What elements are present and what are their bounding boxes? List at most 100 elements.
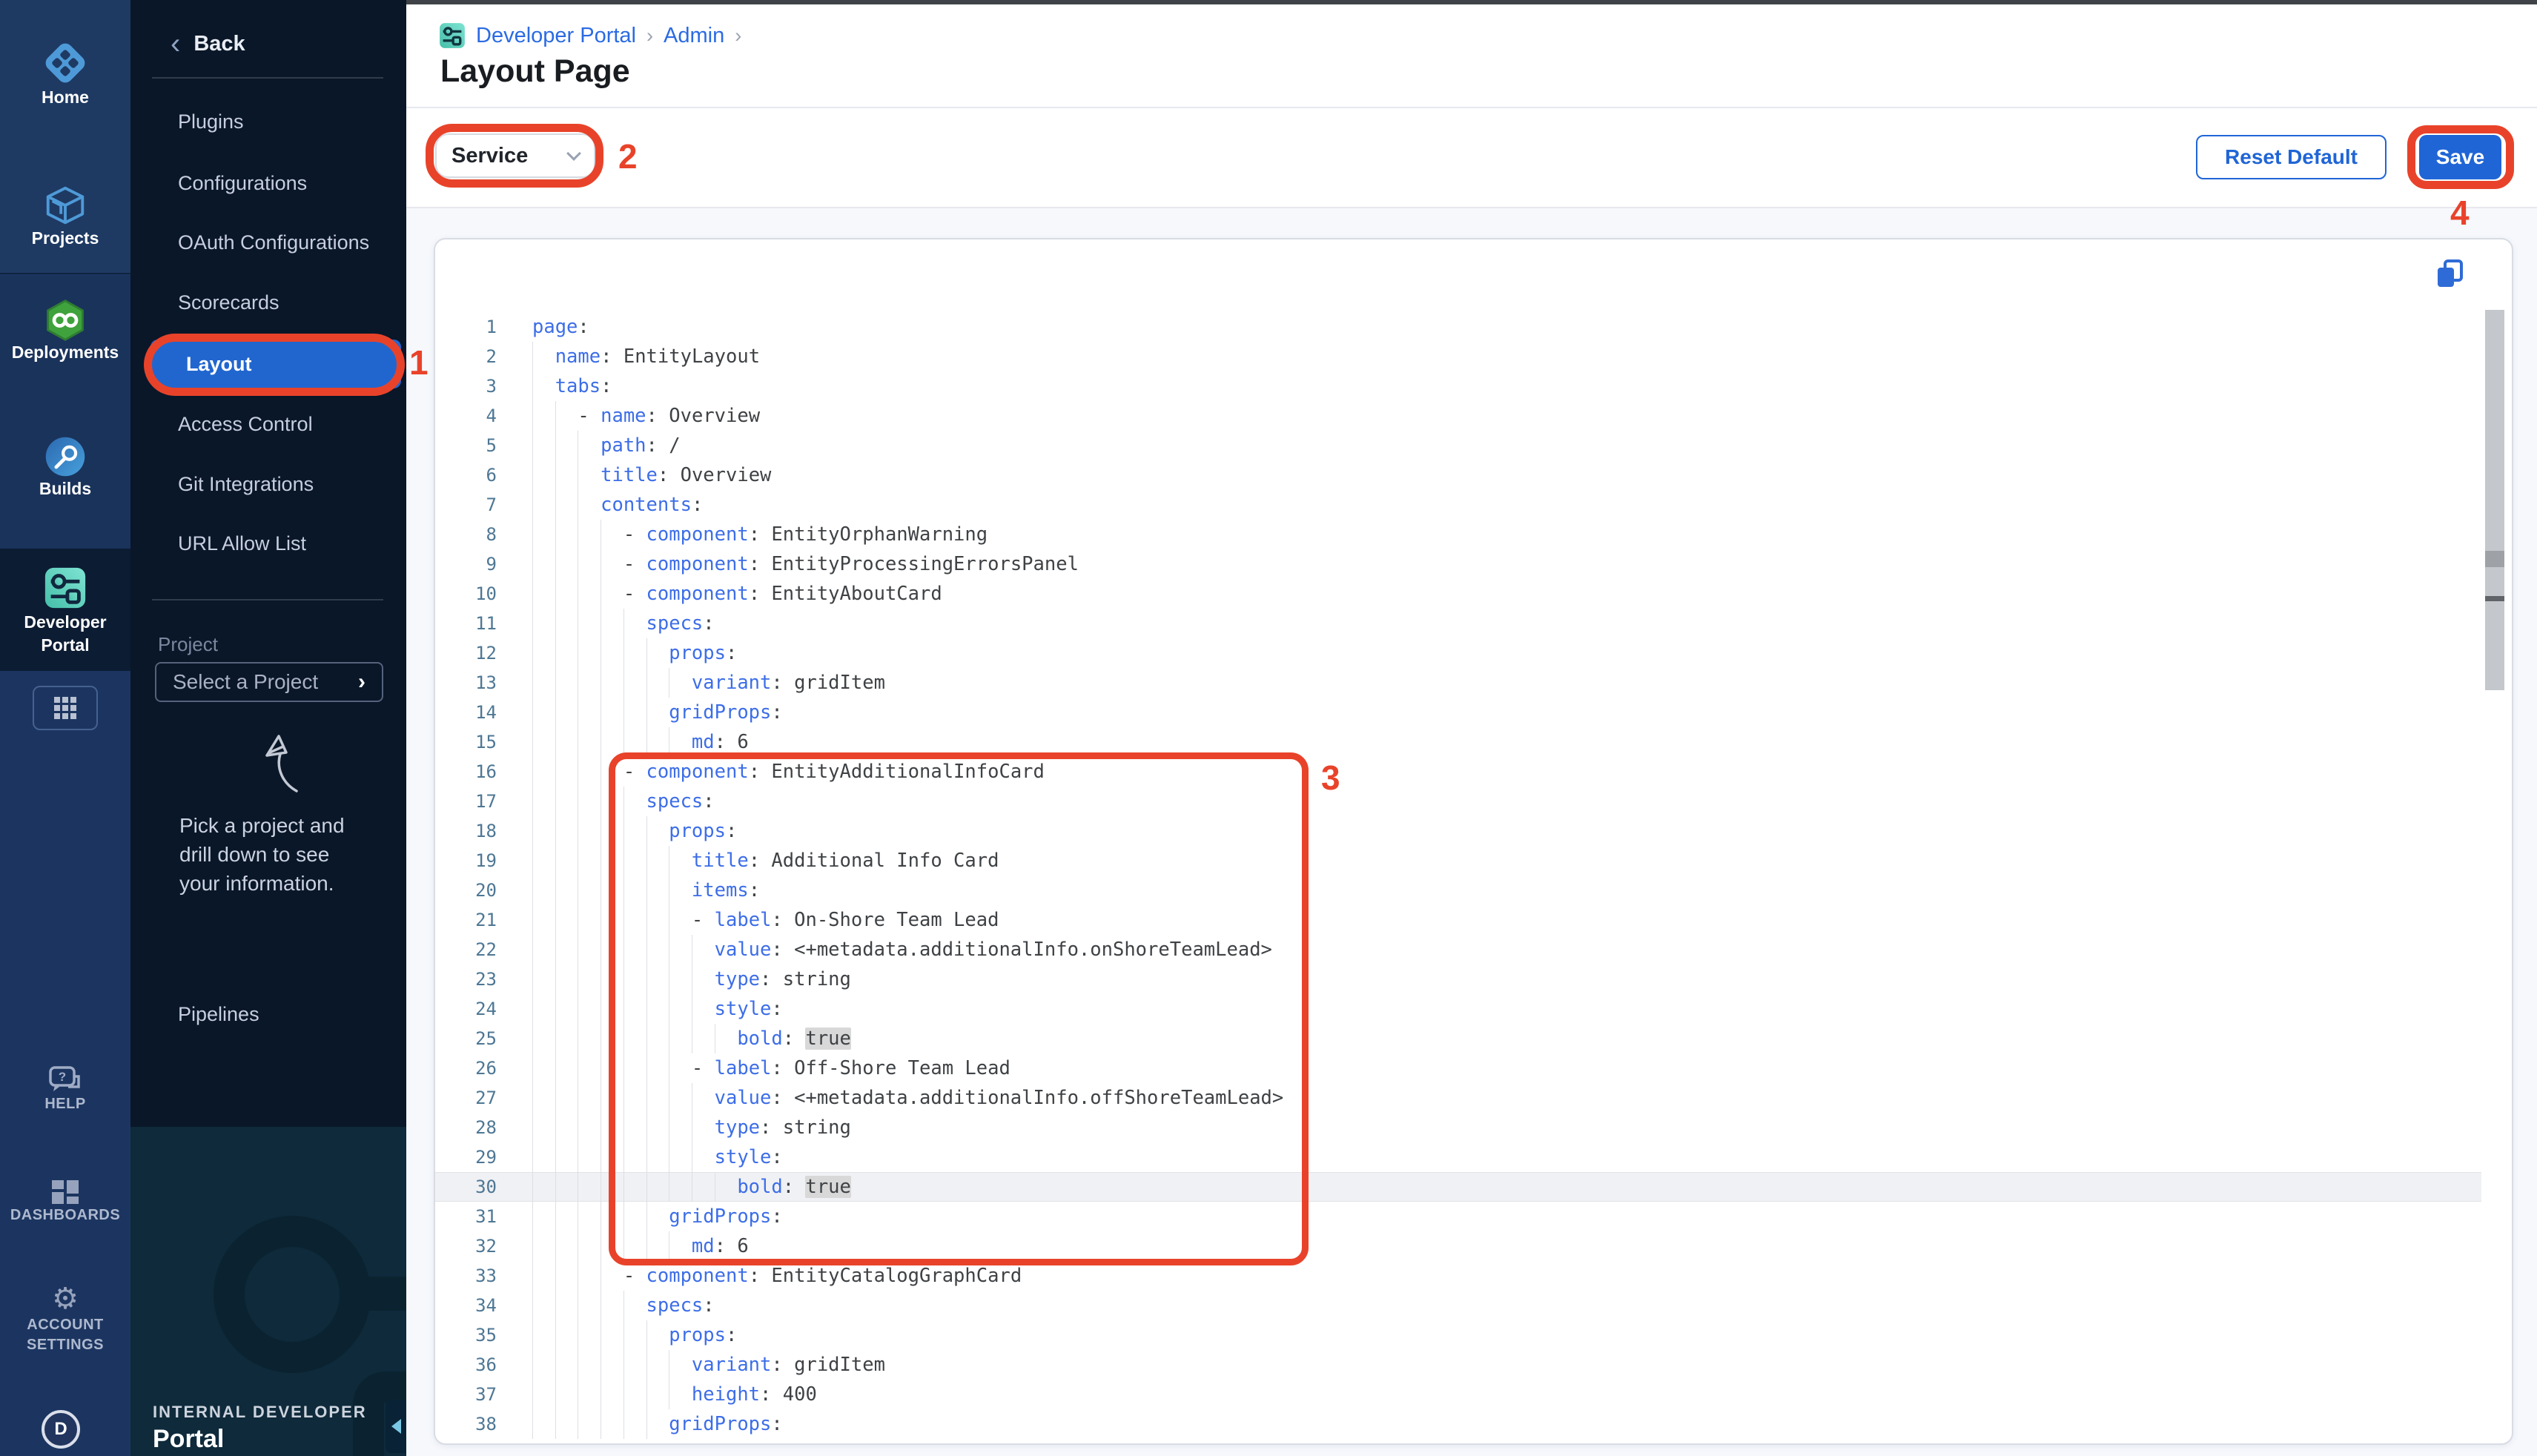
- yaml-value: EntityProcessingErrorsPanel: [771, 553, 1079, 575]
- rail-label-developer-portal: Developer Portal: [0, 611, 130, 657]
- sidenav-item-url-allow-list[interactable]: URL Allow List: [178, 527, 386, 560]
- indent-guide: [578, 1113, 601, 1142]
- yaml-colon: :: [749, 553, 772, 575]
- yaml-colon: :: [771, 1413, 782, 1435]
- indent-guide: [578, 579, 601, 609]
- sidenav-item-pipelines[interactable]: Pipelines: [178, 998, 371, 1030]
- indent-guide: [555, 1083, 578, 1113]
- copy-button[interactable]: [2434, 258, 2467, 291]
- sidenav-item-oauth-configurations[interactable]: OAuth Configurations: [178, 226, 386, 259]
- indent-guide: [578, 1291, 601, 1320]
- sidenav-item-configurations[interactable]: Configurations: [178, 167, 386, 199]
- avatar-letter: D: [54, 1419, 67, 1440]
- breadcrumb-separator: ›: [735, 24, 741, 47]
- line-number: 16: [435, 757, 497, 787]
- yaml-value: Overview: [669, 405, 760, 427]
- yaml-key: name: [601, 405, 646, 427]
- indent-guide: [532, 431, 555, 460]
- indent-guide: [555, 727, 578, 757]
- sidebar-item-account-settings[interactable]: ⚙ ACCOUNT SETTINGS: [0, 1283, 130, 1355]
- sidenav-item-plugins[interactable]: Plugins: [178, 105, 386, 138]
- yaml-colon: :: [726, 1324, 737, 1346]
- yaml-key: tabs: [555, 375, 601, 397]
- builds-icon: [43, 434, 87, 479]
- indent-guide: [578, 549, 601, 579]
- indent-guide: [578, 876, 601, 905]
- indent-guide: [555, 964, 578, 994]
- sidebar-item-home[interactable]: Home: [0, 39, 130, 107]
- breadcrumb-developer-portal[interactable]: Developer Portal: [476, 24, 636, 48]
- yaml-key: variant: [692, 1354, 771, 1376]
- sidenav-item-access-control[interactable]: Access Control: [178, 408, 386, 440]
- indent-guide: [532, 460, 555, 490]
- indent-guide: [578, 757, 601, 787]
- code-line-5: 5path: /: [435, 431, 2481, 460]
- rail-label-deployments: Deployments: [0, 343, 130, 363]
- breadcrumb-admin[interactable]: Admin: [664, 24, 724, 48]
- editor-scrollbar-thumb[interactable]: [2485, 310, 2504, 690]
- yaml-colon: :: [771, 1354, 794, 1376]
- line-number: 23: [435, 964, 497, 994]
- yaml-colon: :: [749, 1265, 772, 1287]
- indent-guide: [532, 579, 555, 609]
- yaml-key: variant: [692, 672, 771, 694]
- help-chat-icon: ?: [47, 1065, 83, 1096]
- indent-guide: [646, 1409, 669, 1439]
- sidebar-item-help[interactable]: ? HELP: [0, 1065, 130, 1113]
- breadcrumb-separator: ›: [646, 24, 653, 47]
- sidenav-collapse-button[interactable]: [386, 1400, 406, 1453]
- indent-guide: [555, 668, 578, 698]
- brand-internal-developer: INTERNAL DEVELOPER: [153, 1403, 367, 1422]
- user-avatar[interactable]: D: [42, 1410, 80, 1449]
- sidebar-item-developer-portal[interactable]: Developer Portal: [0, 565, 130, 657]
- indent-guide: [646, 638, 669, 668]
- back-label: Back: [194, 32, 245, 56]
- yaml-value: gridItem: [794, 1354, 885, 1376]
- sidebar-item-projects[interactable]: Projects: [0, 182, 130, 248]
- decorative-ring: [214, 1216, 371, 1373]
- module-picker-button[interactable]: [33, 686, 98, 730]
- yaml-dash: -: [624, 1265, 646, 1287]
- yaml-dash: -: [624, 583, 646, 605]
- reset-default-button[interactable]: Reset Default: [2196, 135, 2386, 179]
- indent-guide: [555, 787, 578, 816]
- code-line-37: 37height: 400: [435, 1380, 2481, 1409]
- home-icon: [41, 39, 90, 87]
- indent-guide: [578, 1380, 601, 1409]
- indent-guide: [578, 905, 601, 935]
- sidebar-item-deployments[interactable]: Deployments: [0, 298, 130, 363]
- back-button[interactable]: ‹ Back: [171, 28, 245, 59]
- indent-guide: [578, 490, 601, 520]
- sidenav-divider-top: [152, 77, 383, 79]
- indent-guide: [532, 342, 555, 371]
- indent-guide: [601, 549, 624, 579]
- line-number: 31: [435, 1202, 497, 1231]
- sidenav-item-scorecards[interactable]: Scorecards: [178, 286, 386, 319]
- line-number: 5: [435, 431, 497, 460]
- editor-scrollbar-cursor-marker: [2485, 596, 2504, 601]
- line-number: 29: [435, 1142, 497, 1172]
- indent-guide: [555, 757, 578, 787]
- sidebar-item-dashboards[interactable]: DASHBOARDS: [0, 1177, 130, 1224]
- line-number: 37: [435, 1380, 497, 1409]
- line-number: 21: [435, 905, 497, 935]
- code-line-35: 35props:: [435, 1320, 2481, 1350]
- line-number: 35: [435, 1320, 497, 1350]
- code-line-14: 14gridProps:: [435, 698, 2481, 727]
- indent-guide: [578, 1409, 601, 1439]
- chevron-left-icon: ‹: [171, 29, 180, 59]
- indent-guide: [555, 1202, 578, 1231]
- indent-guide: [532, 1202, 555, 1231]
- yaml-key: path: [601, 434, 646, 457]
- indent-guide: [555, 1320, 578, 1350]
- indent-guide: [646, 1320, 669, 1350]
- sidenav-item-git-integrations[interactable]: Git Integrations: [178, 468, 386, 500]
- indent-guide: [601, 1409, 624, 1439]
- select-a-project-label: Select a Project: [173, 670, 358, 694]
- developer-portal-breadcrumb-icon: [439, 22, 466, 49]
- hint-line-1: Pick a project and: [179, 811, 387, 840]
- yaml-key: props: [669, 642, 726, 664]
- select-a-project-button[interactable]: Select a Project ›: [155, 662, 383, 702]
- line-number: 33: [435, 1261, 497, 1291]
- sidebar-item-builds[interactable]: Builds: [0, 434, 130, 499]
